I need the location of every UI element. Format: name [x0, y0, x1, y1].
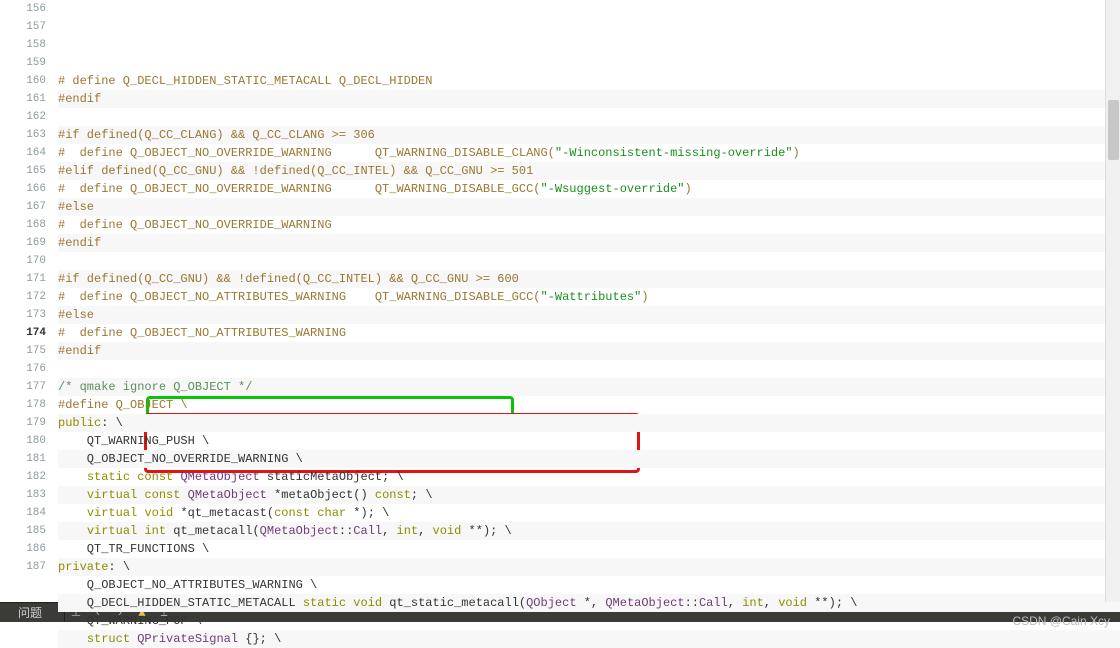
code-line[interactable]: # define Q_DECL_HIDDEN_STATIC_METACALL Q…: [58, 72, 1120, 90]
line-number: 165: [0, 162, 46, 180]
line-number: 157: [0, 18, 46, 36]
line-number: 158: [0, 36, 46, 54]
line-number: 183: [0, 486, 46, 504]
line-number: 173: [0, 306, 46, 324]
line-number: 167: [0, 198, 46, 216]
line-number: 175: [0, 342, 46, 360]
line-number: 174: [0, 324, 46, 342]
code-line[interactable]: public: \: [58, 414, 1120, 432]
code-line[interactable]: #define Q_OBJECT \: [58, 396, 1120, 414]
line-number: 159: [0, 54, 46, 72]
watermark: CSDN @Cain Xcy: [1012, 614, 1110, 628]
code-line[interactable]: QT_WARNING_POP \: [58, 612, 1120, 630]
line-number: 170: [0, 252, 46, 270]
code-line[interactable]: QT_TR_FUNCTIONS \: [58, 540, 1120, 558]
line-number: 179: [0, 414, 46, 432]
code-line[interactable]: #elif defined(Q_CC_GNU) && !defined(Q_CC…: [58, 162, 1120, 180]
code-line[interactable]: /* qmake ignore Q_OBJECT */: [58, 378, 1120, 396]
line-number: 160: [0, 72, 46, 90]
line-number: 184: [0, 504, 46, 522]
line-number: 166: [0, 180, 46, 198]
code-line[interactable]: #endif: [58, 90, 1120, 108]
code-line[interactable]: virtual const QMetaObject *metaObject() …: [58, 486, 1120, 504]
problems-tab[interactable]: 问题: [0, 603, 60, 622]
code-line[interactable]: QT_WARNING_PUSH \: [58, 432, 1120, 450]
code-line[interactable]: #else: [58, 306, 1120, 324]
code-line[interactable]: # define Q_OBJECT_NO_OVERRIDE_WARNING: [58, 216, 1120, 234]
line-number: 169: [0, 234, 46, 252]
code-line[interactable]: private: \: [58, 558, 1120, 576]
code-line[interactable]: virtual int qt_metacall(QMetaObject::Cal…: [58, 522, 1120, 540]
line-number: 163: [0, 126, 46, 144]
line-number: 161: [0, 90, 46, 108]
code-line[interactable]: Q_OBJECT_NO_OVERRIDE_WARNING \: [58, 450, 1120, 468]
line-number: 168: [0, 216, 46, 234]
code-line[interactable]: #if defined(Q_CC_GNU) && !defined(Q_CC_I…: [58, 270, 1120, 288]
line-number: 180: [0, 432, 46, 450]
code-line[interactable]: # define Q_OBJECT_NO_ATTRIBUTES_WARNING …: [58, 288, 1120, 306]
line-number: 187: [0, 558, 46, 576]
code-line[interactable]: #else: [58, 198, 1120, 216]
code-line[interactable]: # define Q_OBJECT_NO_OVERRIDE_WARNING QT…: [58, 180, 1120, 198]
code-line[interactable]: Q_DECL_HIDDEN_STATIC_METACALL static voi…: [58, 594, 1120, 612]
code-line[interactable]: struct QPrivateSignal {}; \: [58, 630, 1120, 648]
line-number: 164: [0, 144, 46, 162]
code-line[interactable]: [58, 108, 1120, 126]
code-line[interactable]: #if defined(Q_CC_CLANG) && Q_CC_CLANG >=…: [58, 126, 1120, 144]
code-line[interactable]: Q_OBJECT_NO_ATTRIBUTES_WARNING \: [58, 576, 1120, 594]
line-number-gutter: 1561571581591601611621631641651661671681…: [0, 0, 58, 602]
code-area[interactable]: # define Q_DECL_HIDDEN_STATIC_METACALL Q…: [58, 0, 1120, 602]
line-number: 182: [0, 468, 46, 486]
line-number: 185: [0, 522, 46, 540]
vertical-scrollbar[interactable]: [1105, 0, 1120, 602]
scrollbar-thumb[interactable]: [1108, 100, 1119, 160]
code-line[interactable]: # define Q_OBJECT_NO_OVERRIDE_WARNING QT…: [58, 144, 1120, 162]
line-number: 178: [0, 396, 46, 414]
code-line[interactable]: [58, 252, 1120, 270]
code-line[interactable]: #endif: [58, 234, 1120, 252]
line-number: 172: [0, 288, 46, 306]
code-line[interactable]: [58, 360, 1120, 378]
code-line[interactable]: # define Q_OBJECT_NO_ATTRIBUTES_WARNING: [58, 324, 1120, 342]
line-number: 181: [0, 450, 46, 468]
code-line[interactable]: static const QMetaObject staticMetaObjec…: [58, 468, 1120, 486]
line-number: 171: [0, 270, 46, 288]
line-number: 177: [0, 378, 46, 396]
line-number: 186: [0, 540, 46, 558]
code-line[interactable]: virtual void *qt_metacast(const char *);…: [58, 504, 1120, 522]
code-editor[interactable]: 1561571581591601611621631641651661671681…: [0, 0, 1120, 602]
line-number: 162: [0, 108, 46, 126]
line-number: 156: [0, 0, 46, 18]
line-number: 176: [0, 360, 46, 378]
code-line[interactable]: #endif: [58, 342, 1120, 360]
